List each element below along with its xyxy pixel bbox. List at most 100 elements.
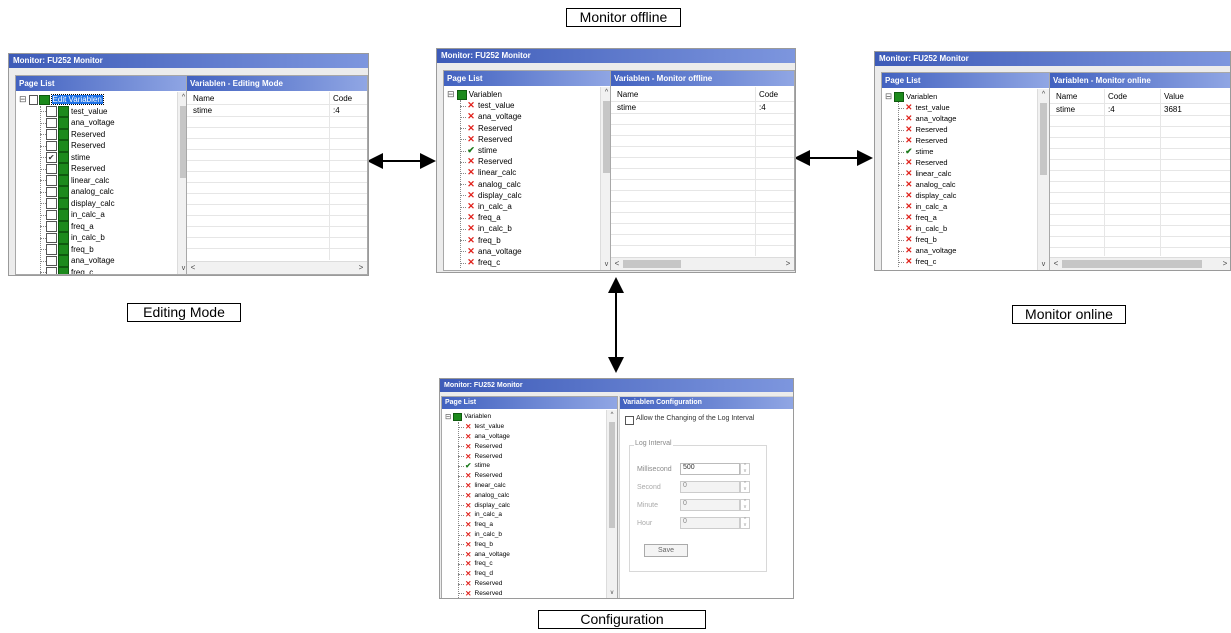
tree-item[interactable]: ana_voltage	[46, 255, 115, 267]
tree-item[interactable]: ✕ in_calc_b	[904, 223, 947, 234]
tree-item[interactable]: ✕ linear_calc	[904, 168, 951, 179]
tree-item[interactable]: ✕ in_calc_a	[466, 201, 512, 212]
tree-root-label[interactable]: Variablen	[469, 90, 502, 99]
tree-item[interactable]: ✕ freq_d	[464, 569, 493, 579]
collapse-icon[interactable]: ⊟	[885, 91, 892, 102]
tree-item[interactable]: ✕ test_value	[464, 422, 504, 432]
item-checkbox[interactable]	[46, 267, 57, 274]
tree-item[interactable]: ✕ ana_voltage	[904, 113, 956, 124]
scroll-thumb[interactable]	[609, 422, 615, 528]
tree-root[interactable]: ⊟ Variablen	[445, 412, 491, 422]
tree-item[interactable]: ✕ ana_voltage	[464, 432, 510, 442]
col-value-header[interactable]: Value	[1164, 92, 1184, 101]
hour-spinner[interactable]: ^ v	[740, 517, 750, 529]
vertical-scrollbar[interactable]: ^ v	[606, 410, 617, 598]
tree-item[interactable]: ✕ ana_voltage	[464, 549, 510, 559]
tree-item[interactable]: linear_calc	[46, 174, 109, 186]
tree-item[interactable]: ✕ freq_c	[904, 256, 936, 267]
tree-item[interactable]: ✕ Reserved	[466, 134, 512, 145]
tree-item[interactable]: ✕ display_calc	[904, 190, 956, 201]
tree-item[interactable]: ✕ Reserved	[464, 441, 502, 451]
tree-item[interactable]: ✕ display_calc	[464, 500, 510, 510]
tree-item[interactable]: ✕ linear_calc	[464, 481, 505, 491]
minute-spinner[interactable]: ^ v	[740, 499, 750, 511]
tree-item[interactable]: ✕ analog_calc	[904, 179, 955, 190]
tree-item[interactable]: analog_calc	[46, 186, 114, 198]
tree-root[interactable]: ⊟ Variablen	[447, 89, 502, 100]
tree-item[interactable]: in_calc_b	[46, 232, 105, 244]
scroll-up-icon[interactable]: ^	[1038, 91, 1049, 98]
tree-item[interactable]: Reserved	[46, 128, 105, 140]
scroll-thumb[interactable]	[1040, 103, 1047, 175]
item-checkbox[interactable]	[46, 140, 57, 151]
collapse-icon[interactable]: ⊟	[19, 94, 27, 105]
col-code-header[interactable]: Code	[333, 94, 352, 103]
scroll-right-icon[interactable]: >	[1221, 258, 1229, 270]
tree-item[interactable]: ✕ ana_voltage	[466, 246, 521, 257]
tree-item[interactable]: ✕ Reserved	[464, 451, 502, 461]
item-checkbox[interactable]	[46, 221, 57, 232]
tree-item[interactable]: ✕ freq_a	[466, 212, 500, 223]
scroll-thumb[interactable]	[623, 260, 681, 268]
horizontal-scrollbar[interactable]: < >	[1050, 257, 1230, 270]
tree-item[interactable]: freq_a	[46, 220, 94, 232]
tree-item[interactable]: in_calc_a	[46, 209, 105, 221]
tree-item[interactable]: ✕ in_calc_b	[464, 530, 502, 540]
col-code-header[interactable]: Code	[759, 90, 778, 99]
tree-item[interactable]: ✕ ana_voltage	[904, 245, 956, 256]
scroll-right-icon[interactable]: >	[357, 262, 365, 274]
tree-item[interactable]: ana_voltage	[46, 117, 115, 129]
tree-root[interactable]: ⊟ Edit Variablen	[19, 94, 104, 106]
tree-item[interactable]: ✕ Reserved	[904, 124, 947, 135]
tree-item[interactable]: ✕ freq_c	[466, 257, 500, 268]
item-checkbox-checked[interactable]: ✔	[46, 152, 57, 163]
scroll-thumb[interactable]	[1062, 260, 1202, 268]
tree-item[interactable]: ✕ ana_voltage	[466, 111, 521, 122]
tree-item[interactable]: ✕ Reserved	[904, 157, 947, 168]
allow-change-checkbox[interactable]	[625, 416, 634, 425]
tree-item[interactable]: Reserved	[46, 140, 105, 152]
col-name-header[interactable]: Name	[617, 90, 638, 99]
save-button[interactable]: Save	[644, 544, 688, 557]
tree-item[interactable]: ✕ Reserved	[466, 123, 512, 134]
collapse-icon[interactable]: ⊟	[445, 412, 451, 421]
item-checkbox[interactable]	[46, 117, 57, 128]
minute-input[interactable]: 0	[680, 499, 740, 511]
tree-item[interactable]: ✕ in_calc_b	[466, 223, 512, 234]
tree-item[interactable]: ✕ freq_c	[464, 559, 492, 569]
scroll-left-icon[interactable]: <	[189, 262, 197, 274]
second-spinner[interactable]: ^ v	[740, 481, 750, 493]
tree-item[interactable]: ✕ analog_calc	[466, 179, 520, 190]
tree-item[interactable]: ✔ stime	[904, 146, 933, 157]
tree-item[interactable]: ✔ stime	[466, 145, 497, 156]
scroll-thumb[interactable]	[603, 101, 610, 173]
tree-item[interactable]: ✕ freq_b	[466, 235, 500, 246]
tree-item[interactable]: freq_b	[46, 243, 94, 255]
col-name-header[interactable]: Name	[1056, 92, 1077, 101]
item-checkbox[interactable]	[46, 232, 57, 243]
scroll-down-icon[interactable]: v	[1038, 261, 1049, 268]
vertical-scrollbar[interactable]: ^ v	[1037, 89, 1049, 270]
tree-item[interactable]: ✕ analog_calc	[464, 490, 509, 500]
tree-item[interactable]: ✔ stime	[464, 461, 490, 471]
item-checkbox[interactable]	[46, 163, 57, 174]
tree-item[interactable]: ✕ Reserved	[466, 156, 512, 167]
collapse-icon[interactable]: ⊟	[447, 89, 455, 100]
tree-item[interactable]: ✕ freq_a	[904, 212, 937, 223]
item-checkbox[interactable]	[46, 106, 57, 117]
tree-root-label[interactable]: Edit Variablen	[50, 94, 104, 106]
item-checkbox[interactable]	[46, 129, 57, 140]
col-name-header[interactable]: Name	[193, 94, 214, 103]
millisecond-spinner[interactable]: ^ v	[740, 463, 750, 475]
scroll-left-icon[interactable]: <	[1052, 258, 1060, 270]
item-checkbox[interactable]	[46, 255, 57, 266]
item-checkbox[interactable]	[46, 175, 57, 186]
tree-item[interactable]: ✕ linear_calc	[466, 167, 516, 178]
item-checkbox[interactable]	[46, 209, 57, 220]
item-checkbox[interactable]	[46, 186, 57, 197]
tree-item[interactable]: ✔ stime	[46, 151, 90, 163]
horizontal-scrollbar[interactable]: < >	[611, 257, 794, 270]
tree-item[interactable]: ✕ freq_a	[464, 520, 493, 530]
tree-item[interactable]: ✕ in_calc_a	[464, 510, 502, 520]
horizontal-scrollbar[interactable]: < >	[187, 261, 367, 274]
